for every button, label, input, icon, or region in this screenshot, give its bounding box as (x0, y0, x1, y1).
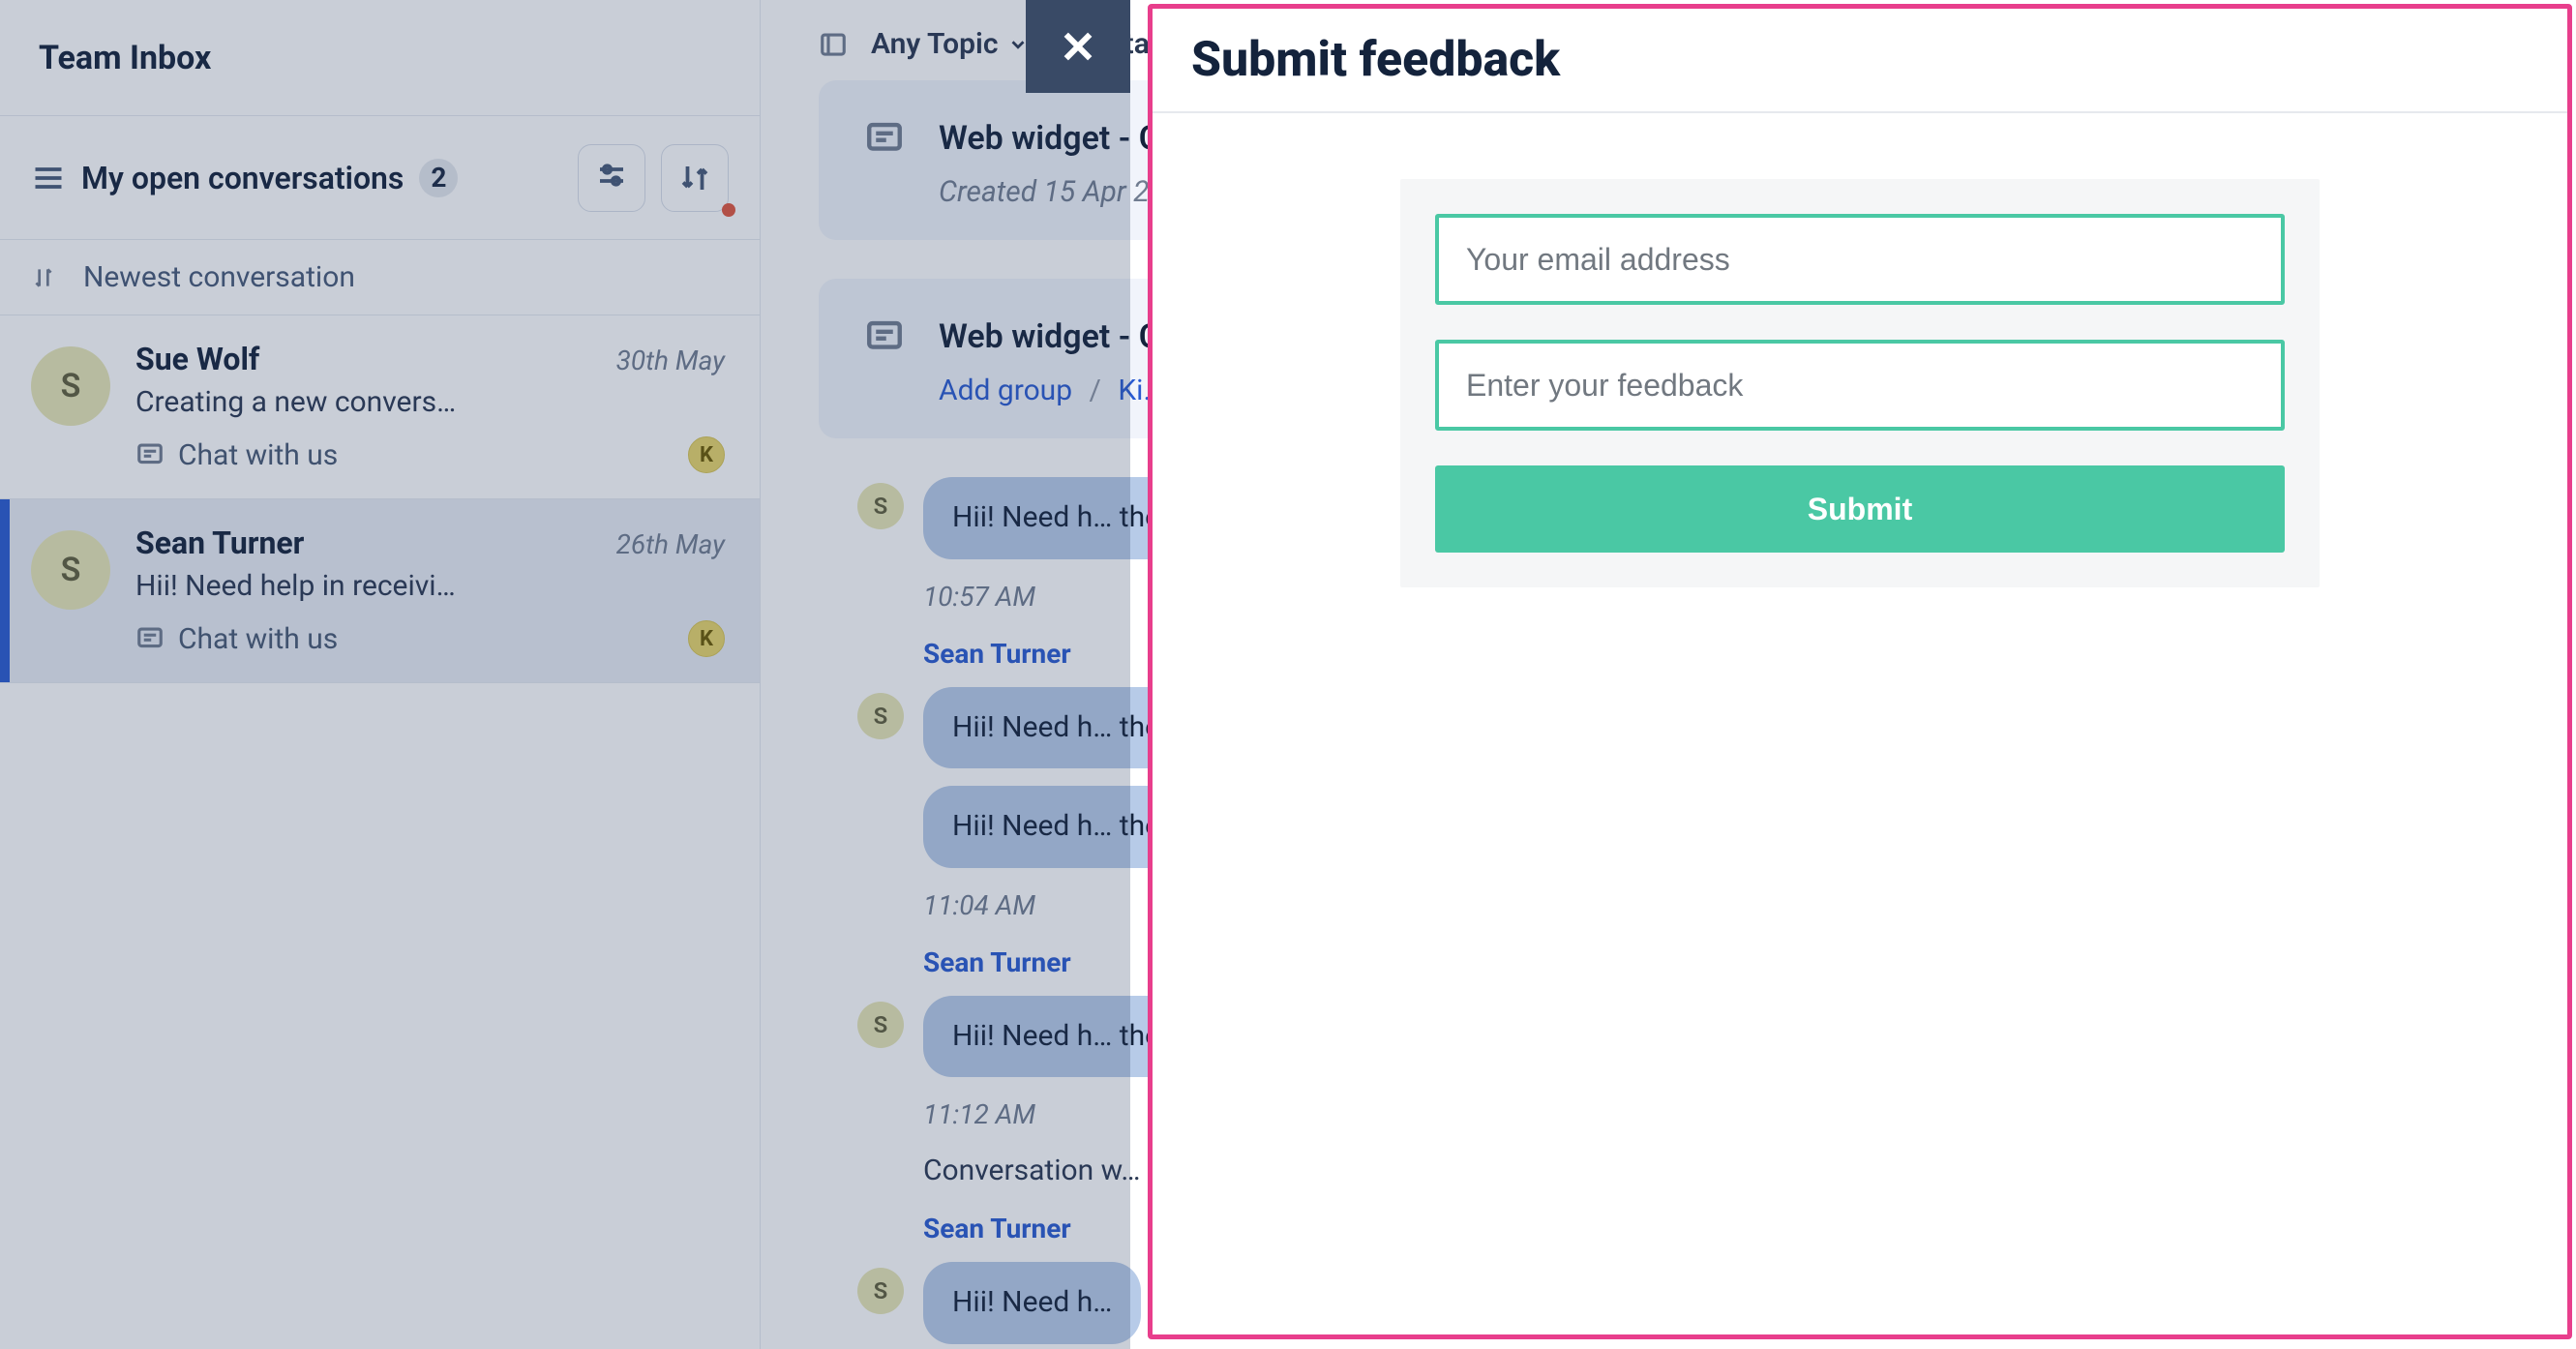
avatar: S (31, 530, 110, 610)
submit-button[interactable]: Submit (1435, 465, 2285, 553)
sort-label: Newest conversation (83, 260, 355, 294)
agent-badge: K (688, 620, 725, 657)
menu-icon[interactable] (31, 161, 66, 195)
inbox-title: Team Inbox (39, 39, 211, 77)
topic-icon (819, 30, 848, 59)
chat-widget-icon (864, 316, 905, 357)
avatar: S (857, 483, 904, 529)
avatar: S (31, 346, 110, 426)
sort-arrows-icon (31, 265, 56, 290)
sort-indicator-dot (722, 203, 735, 217)
chat-widget-icon (135, 624, 165, 653)
conversation-date: 26th May (616, 528, 725, 560)
sidebar-header: Team Inbox (0, 0, 760, 116)
sort-icon (677, 161, 712, 195)
agent-badge: K (688, 436, 725, 473)
filter-settings-button[interactable] (578, 144, 645, 212)
contact-name: Sue Wolf (135, 341, 259, 377)
topic-filter-label: Any Topic (871, 27, 998, 61)
conversation-source: Chat with us (178, 622, 338, 656)
feedback-field[interactable] (1435, 340, 2285, 431)
sliders-icon (594, 161, 629, 195)
message-bubble: Hii! Need h… (923, 1262, 1141, 1344)
conversation-count-badge: 2 (419, 159, 458, 197)
sidebar: Team Inbox My open conversations 2 Newes… (0, 0, 761, 1349)
topic-filter[interactable]: Any Topic (871, 27, 1029, 61)
avatar: S (857, 1002, 904, 1048)
chat-widget-icon (864, 118, 905, 159)
feedback-panel: Submit feedback Submit (1148, 4, 2572, 1339)
sort-row[interactable]: Newest conversation (0, 240, 760, 315)
feedback-panel-body: Submit (1153, 113, 2567, 653)
contact-name: Sean Turner (135, 525, 304, 561)
avatar: S (857, 693, 904, 739)
conversation-item[interactable]: S Sue Wolf 30th May Creating a new conve… (0, 315, 760, 499)
close-panel-button[interactable] (1026, 0, 1130, 93)
filter-row: My open conversations 2 (0, 116, 760, 240)
conversation-date: 30th May (616, 345, 725, 376)
filter-name[interactable]: My open conversations (81, 160, 404, 196)
widget-icon-box (857, 111, 912, 165)
avatar: S (857, 1268, 904, 1314)
chat-widget-icon (135, 440, 165, 469)
conversation-preview: Hii! Need help in receivi… (135, 569, 503, 603)
add-group-link[interactable]: Add group (939, 374, 1072, 407)
close-icon (1058, 26, 1098, 67)
widget-icon-box (857, 310, 912, 364)
conversation-preview: Creating a new convers… (135, 385, 503, 419)
conversation-item[interactable]: S Sean Turner 26th May Hii! Need help in… (0, 499, 760, 683)
feedback-panel-header: Submit feedback (1153, 9, 2567, 113)
email-field[interactable] (1435, 214, 2285, 305)
feedback-panel-title: Submit feedback (1191, 32, 2529, 88)
feedback-form: Submit (1400, 179, 2320, 587)
conversation-source: Chat with us (178, 438, 338, 472)
sort-button[interactable] (661, 144, 729, 212)
